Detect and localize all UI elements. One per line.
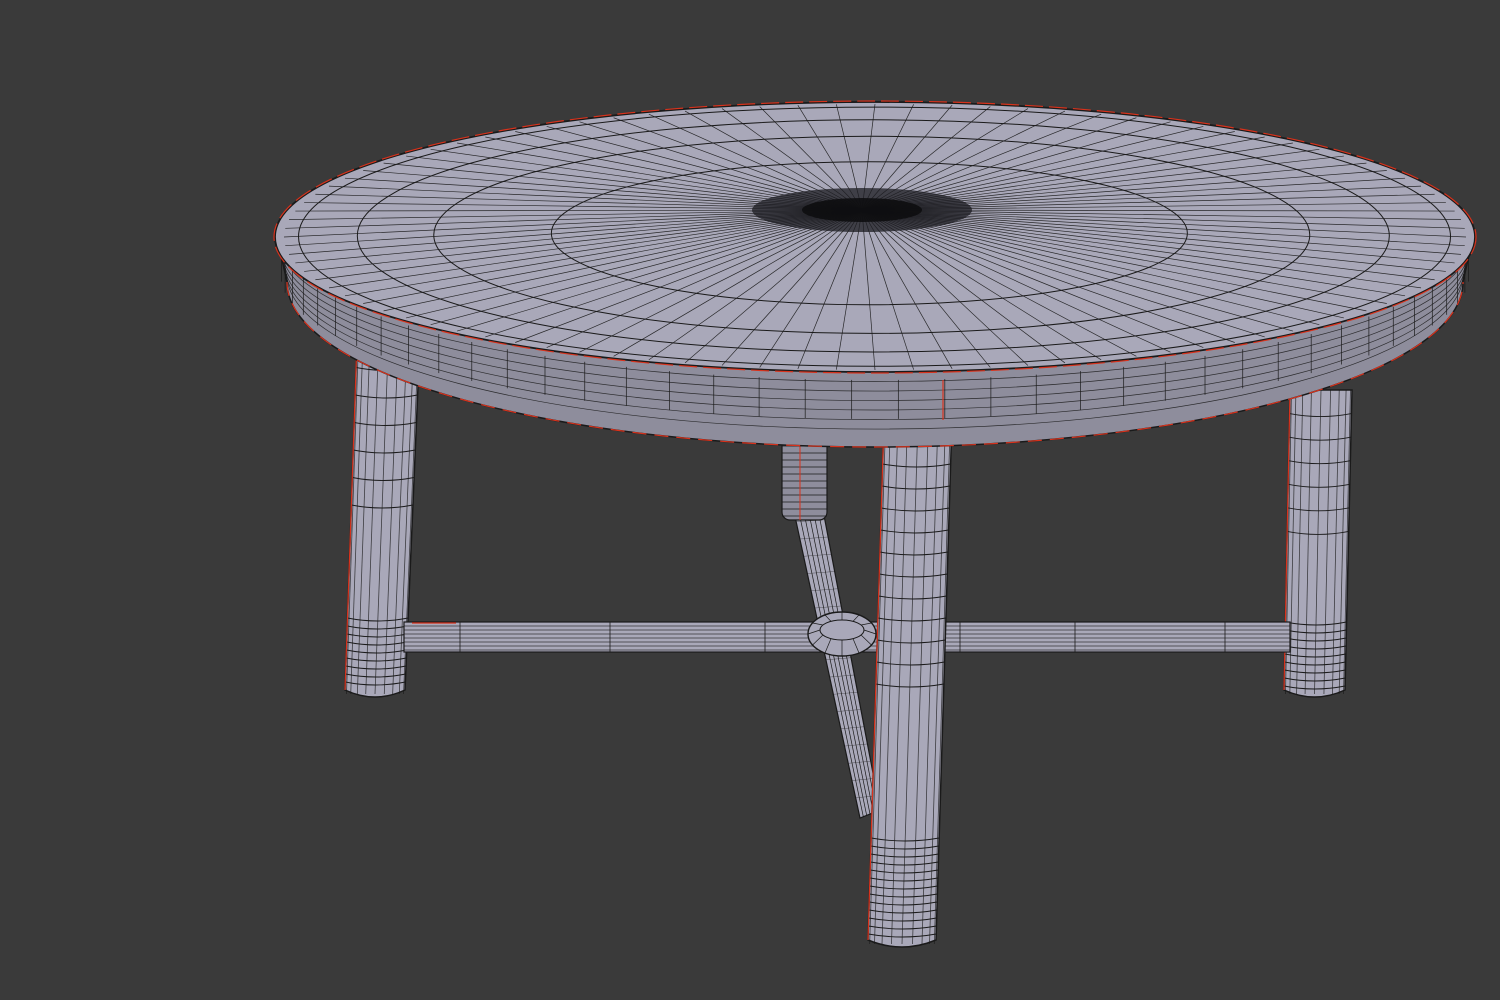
table-leg-back-right bbox=[1283, 389, 1353, 698]
3d-viewport[interactable] bbox=[0, 0, 1500, 1000]
stretcher-center-joint bbox=[807, 611, 877, 657]
table-top bbox=[273, 100, 1477, 448]
table-mesh-wireframe[interactable] bbox=[0, 0, 1500, 1000]
table-leg-front bbox=[867, 419, 953, 948]
